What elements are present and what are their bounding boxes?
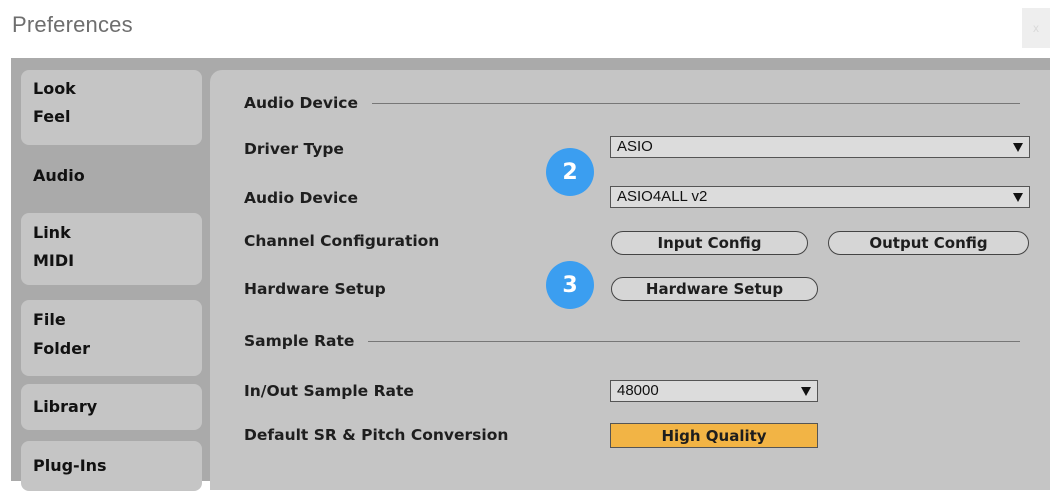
tab-folder-label: Folder — [33, 339, 90, 358]
preferences-window: Look Feel Audio Link MIDI File Folder Li… — [11, 58, 1050, 491]
tab-link-midi[interactable]: Link MIDI — [21, 213, 202, 285]
audio-device-value: ASIO4ALL v2 — [617, 188, 708, 205]
tab-library-label: Library — [33, 397, 98, 416]
section-divider — [371, 102, 1020, 104]
audio-device-label: Audio Device — [244, 189, 358, 207]
tab-file-label: File — [33, 310, 66, 329]
window-title: Preferences — [12, 12, 133, 37]
step-3-badge: 3 — [546, 261, 594, 309]
driver-type-dropdown[interactable]: ASIO — [610, 136, 1030, 158]
dropdown-arrow-icon — [1013, 143, 1023, 152]
sample-rate-section-title: Sample Rate — [244, 332, 355, 350]
hardware-setup-label: Hardware Setup — [244, 280, 386, 298]
close-button[interactable]: x — [1022, 8, 1050, 48]
in-out-sample-rate-label: In/Out Sample Rate — [244, 382, 414, 400]
section-divider — [368, 340, 1020, 342]
high-quality-toggle[interactable]: High Quality — [610, 423, 818, 448]
step-2-badge: 2 — [546, 148, 594, 196]
title-bar: Preferences x — [0, 0, 1050, 58]
tab-look-feel[interactable]: Look Feel — [21, 70, 202, 145]
tab-file-folder[interactable]: File Folder — [21, 300, 202, 376]
tab-link-label: Link — [33, 223, 71, 242]
input-config-button[interactable]: Input Config — [611, 231, 808, 255]
tab-library[interactable]: Library — [21, 384, 202, 430]
dropdown-arrow-icon — [801, 387, 811, 396]
tab-midi-label: MIDI — [33, 251, 75, 270]
tab-feel-label: Feel — [33, 107, 71, 126]
driver-type-value: ASIO — [617, 138, 653, 155]
audio-settings-panel: Audio Device Driver Type ASIO Audio Devi… — [210, 70, 1050, 490]
tab-look-label: Look — [33, 79, 76, 98]
sample-rate-value: 48000 — [617, 382, 659, 399]
audio-device-dropdown[interactable]: ASIO4ALL v2 — [610, 186, 1030, 208]
dropdown-arrow-icon — [1013, 193, 1023, 202]
tab-plug-ins[interactable]: Plug-Ins — [21, 441, 202, 491]
sample-rate-section-header: Sample Rate — [244, 332, 1020, 350]
output-config-button[interactable]: Output Config — [828, 231, 1029, 255]
tab-plug-ins-label: Plug-Ins — [33, 456, 107, 475]
channel-configuration-label: Channel Configuration — [244, 232, 440, 250]
audio-device-section-title: Audio Device — [244, 94, 358, 112]
audio-device-section-header: Audio Device — [244, 94, 1020, 112]
tab-audio-label: Audio — [33, 166, 85, 185]
driver-type-label: Driver Type — [244, 140, 344, 158]
hardware-setup-button[interactable]: Hardware Setup — [611, 277, 818, 301]
tab-audio[interactable]: Audio — [21, 150, 202, 200]
sample-rate-dropdown[interactable]: 48000 — [610, 380, 818, 402]
pitch-conversion-label: Default SR & Pitch Conversion — [244, 426, 509, 444]
